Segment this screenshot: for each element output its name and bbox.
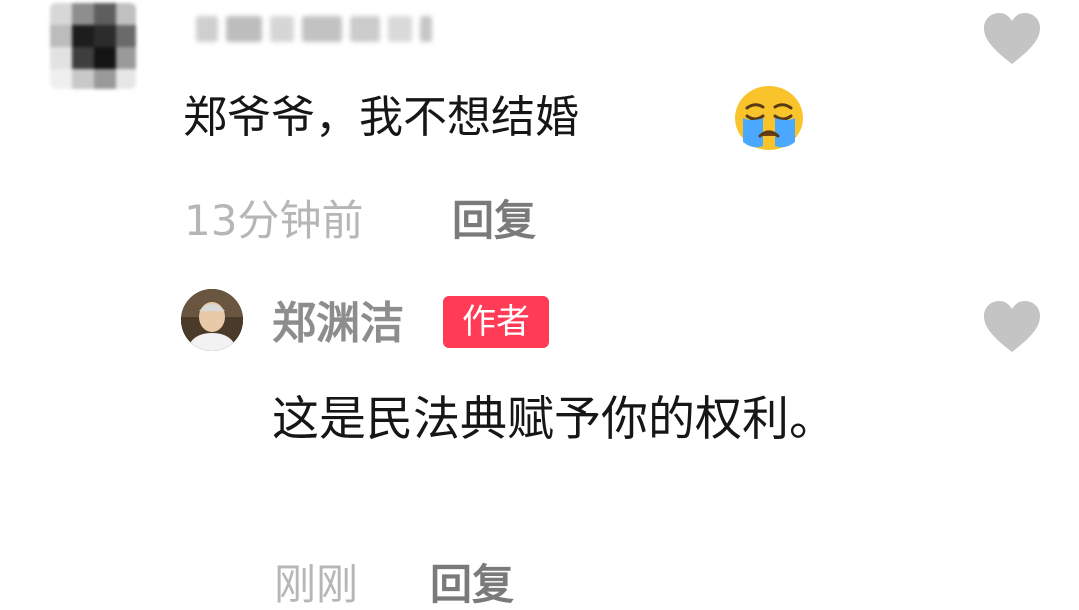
comment-text: 郑爷爷，我不想结婚 (183, 92, 579, 143)
comment-reply-button[interactable]: 回复 (452, 196, 536, 246)
comment-timestamp: 13分钟前 (184, 196, 364, 245)
like-heart-icon[interactable] (982, 12, 1042, 66)
commenter-avatar[interactable] (50, 3, 136, 89)
commenter-name-redacted[interactable] (196, 8, 436, 50)
author-avatar[interactable] (181, 289, 243, 351)
reply-timestamp: 刚刚 (274, 560, 359, 609)
author-name[interactable]: 郑渊洁 (272, 296, 404, 352)
reply-text: 这是民法典赋予你的权利。 (272, 392, 836, 447)
reply-reply-button[interactable]: 回复 (430, 560, 514, 610)
comment-thread: 郑爷爷，我不想结婚 13分钟前 回复 郑渊洁 作者 这是民法典赋予你的权利。 刚… (0, 0, 1079, 610)
author-portrait-icon (181, 289, 243, 351)
like-heart-icon[interactable] (982, 300, 1042, 354)
crying-face-icon (735, 86, 803, 150)
author-badge: 作者 (443, 296, 549, 348)
